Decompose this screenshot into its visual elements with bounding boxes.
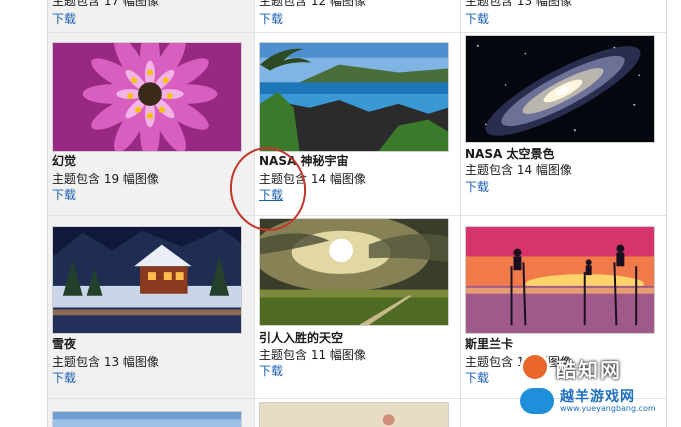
theme-thumbnail[interactable]: [259, 218, 449, 326]
theme-card-partial-2: 主题包含 12 幅图像 下载: [254, 0, 460, 32]
snow-cabin-image: [53, 227, 241, 333]
download-link[interactable]: 下载: [465, 12, 489, 26]
theme-card-partial-row3-1: [48, 399, 254, 427]
theme-thumbnail[interactable]: [52, 226, 242, 334]
download-link[interactable]: 下载: [52, 188, 76, 202]
theme-meta: 主题包含 13 幅图像: [52, 355, 159, 369]
theme-title: 雪夜: [52, 337, 77, 351]
partial-image: [260, 403, 448, 427]
theme-card-snow-night: 雪夜 主题包含 13 幅图像 下载: [48, 216, 254, 398]
watermark: 酷知网 越羊游戏网 www.yueyangbang.com: [520, 350, 681, 427]
flower-image: [53, 43, 241, 151]
download-link[interactable]: 下载: [465, 371, 489, 385]
sky-image: [260, 219, 448, 325]
theme-thumbnail[interactable]: [52, 42, 242, 152]
theme-meta: 主题包含 14 幅图像: [465, 163, 572, 177]
theme-card-illusion: 幻觉 主题包含 19 幅图像 下载: [48, 33, 254, 215]
theme-meta: 主题包含 13 幅图像: [465, 0, 572, 8]
theme-card-nasa-space: NASA 太空景色 主题包含 14 幅图像 下载: [460, 33, 666, 215]
download-link[interactable]: 下载: [259, 12, 283, 26]
download-link[interactable]: 下载: [52, 371, 76, 385]
theme-meta: 主题包含 12 幅图像: [259, 0, 366, 8]
theme-thumbnail[interactable]: [259, 42, 449, 152]
partial-image: [53, 412, 241, 427]
download-link[interactable]: 下载: [52, 12, 76, 26]
theme-thumbnail[interactable]: [465, 226, 655, 334]
watermark-cloud-icon: [520, 388, 554, 414]
watermark-name: 酷知网: [556, 358, 622, 382]
theme-meta: 主题包含 17 幅图像: [52, 0, 159, 8]
stilt-fishermen-image: [466, 227, 654, 333]
theme-title: NASA 太空景色: [465, 147, 555, 161]
theme-title: 幻觉: [52, 154, 77, 168]
theme-card-sky: 引人入胜的天空 主题包含 11 幅图像 下载: [254, 216, 460, 398]
watermark-logo-icon: [520, 352, 550, 382]
theme-meta: 主题包含 19 幅图像: [52, 172, 159, 186]
coast-image: [260, 43, 448, 151]
theme-thumbnail[interactable]: [259, 402, 449, 427]
theme-title: 斯里兰卡: [465, 337, 514, 351]
watermark-subtitle: 越羊游戏网: [560, 389, 635, 405]
galaxy-image: [466, 36, 654, 142]
theme-card-partial-3: 主题包含 13 幅图像 下载: [460, 0, 666, 32]
theme-thumbnail[interactable]: [52, 411, 242, 427]
theme-card-partial-1: 主题包含 17 幅图像 下载: [48, 0, 254, 32]
theme-card-partial-row3-2: [254, 399, 460, 427]
download-link[interactable]: 下载: [465, 180, 489, 194]
theme-thumbnail[interactable]: [465, 35, 655, 143]
watermark-url: www.yueyangbang.com: [560, 404, 656, 413]
download-link[interactable]: 下载: [259, 364, 283, 378]
theme-meta: 主题包含 11 幅图像: [259, 348, 366, 362]
theme-title: 引人入胜的天空: [259, 331, 344, 345]
